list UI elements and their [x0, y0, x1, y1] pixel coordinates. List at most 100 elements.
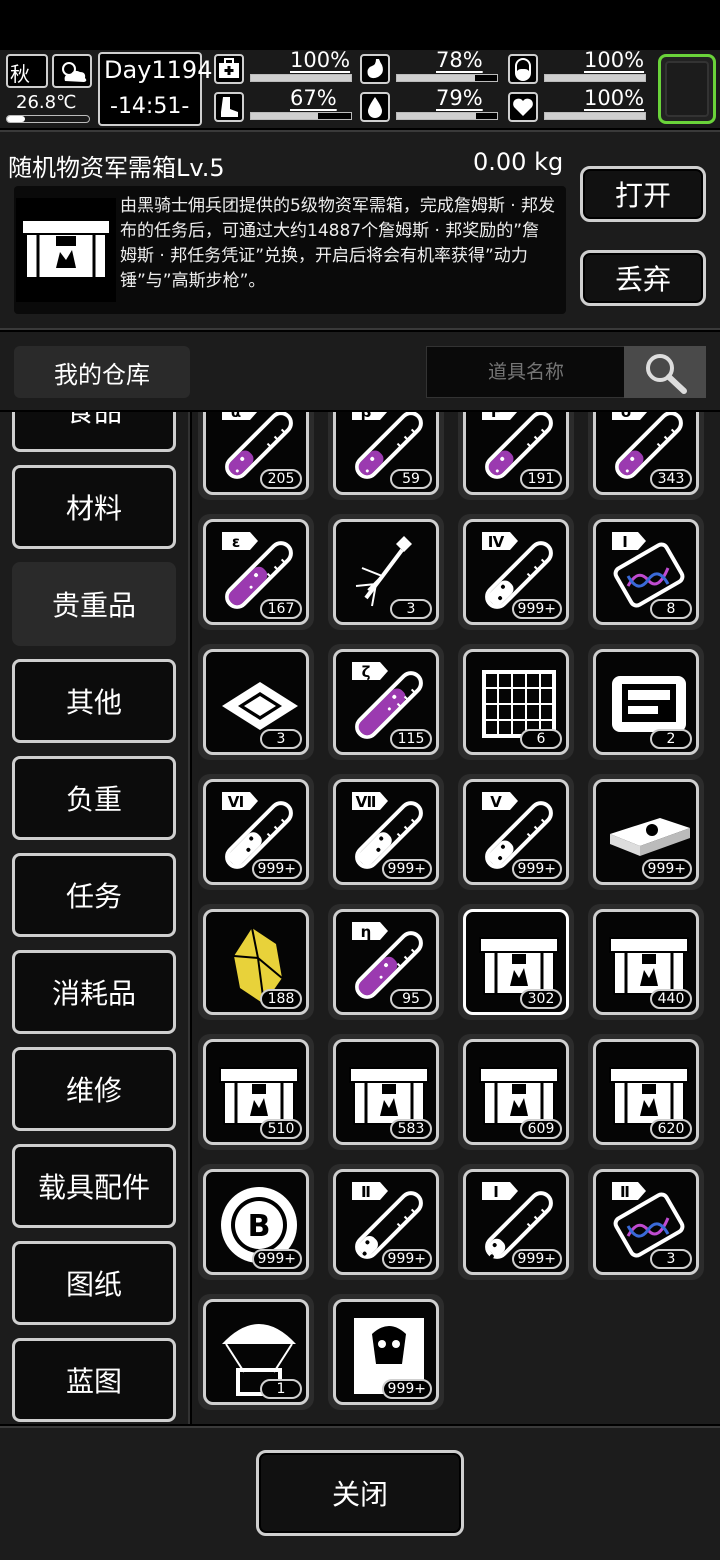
- water-drop-icon: [360, 92, 390, 122]
- item-count-badge: 59: [390, 469, 432, 489]
- slot-frame: Ⅶ 999+: [333, 779, 439, 885]
- inventory-slot[interactable]: 302: [458, 904, 574, 1020]
- inventory-slot[interactable]: Ⅶ 999+: [328, 774, 444, 890]
- search-icon: [646, 354, 687, 394]
- stat-bar: [396, 74, 498, 82]
- category-tab[interactable]: 食品: [12, 412, 176, 452]
- storage-title: 我的仓库: [14, 346, 190, 398]
- inventory-slot[interactable]: 999+: [588, 774, 704, 890]
- status-indicator-button[interactable]: [658, 54, 716, 124]
- stat-bar: [250, 74, 352, 82]
- inventory-slot[interactable]: α 205: [198, 412, 314, 500]
- inventory-slot[interactable]: 188: [198, 904, 314, 1020]
- inventory-slot[interactable]: Ⅴ 999+: [458, 774, 574, 890]
- category-tab[interactable]: 负重: [12, 756, 176, 840]
- item-count-badge: 302: [520, 989, 562, 1009]
- svg-text:B: B: [248, 1209, 271, 1244]
- inventory-slot[interactable]: 6: [458, 644, 574, 760]
- season-label: 秋: [10, 62, 30, 86]
- open-button[interactable]: 打开: [580, 166, 706, 222]
- discard-button[interactable]: 丢弃: [580, 250, 706, 306]
- category-sidebar: 食品材料贵重品其他负重任务消耗品维修载具配件图纸蓝图: [0, 412, 190, 1424]
- inventory-slot[interactable]: 583: [328, 1034, 444, 1150]
- inventory-slot[interactable]: Ⅱ 999+: [328, 1164, 444, 1280]
- slot-frame: Ⅵ 999+: [203, 779, 309, 885]
- item-count-badge: 188: [260, 989, 302, 1009]
- close-button[interactable]: 关闭: [256, 1450, 464, 1536]
- category-tab[interactable]: 任务: [12, 853, 176, 937]
- slot-frame: 302: [463, 909, 569, 1015]
- item-count-badge: 343: [650, 469, 692, 489]
- slot-frame: Ⅳ 999+: [463, 519, 569, 625]
- category-tab[interactable]: 材料: [12, 465, 176, 549]
- slot-frame: 440: [593, 909, 699, 1015]
- inventory-slot[interactable]: 3: [328, 514, 444, 630]
- category-tab[interactable]: 图纸: [12, 1241, 176, 1325]
- inventory-slot[interactable]: F 191: [458, 412, 574, 500]
- item-count-badge: 2: [650, 729, 692, 749]
- slot-frame: Ⅴ 999+: [463, 779, 569, 885]
- item-count-badge: 999+: [511, 859, 562, 879]
- inventory-slot[interactable]: B 999+: [198, 1164, 314, 1280]
- slot-frame: δ 343: [593, 412, 699, 495]
- item-count-badge: 3: [390, 599, 432, 619]
- inventory-slot[interactable]: ε 167: [198, 514, 314, 630]
- item-preview-icon: [16, 198, 116, 302]
- item-count-badge: 440: [650, 989, 692, 1009]
- stat-bar: [544, 112, 646, 120]
- heart-icon: [508, 92, 538, 122]
- inventory-slot[interactable]: 609: [458, 1034, 574, 1150]
- slot-frame: η 95: [333, 909, 439, 1015]
- inventory-slot[interactable]: Ⅱ3: [588, 1164, 704, 1280]
- svg-text:I: I: [622, 533, 628, 551]
- inventory-slot[interactable]: 2: [588, 644, 704, 760]
- inventory-slot[interactable]: 510: [198, 1034, 314, 1150]
- slot-frame: 510: [203, 1039, 309, 1145]
- weather-icon: [52, 54, 92, 88]
- category-tab[interactable]: 消耗品: [12, 950, 176, 1034]
- slot-frame: 583: [333, 1039, 439, 1145]
- day-label: Day1194: [104, 56, 213, 84]
- inventory-slot[interactable]: I8: [588, 514, 704, 630]
- slot-frame: 999+: [593, 779, 699, 885]
- svg-text:β: β: [361, 412, 372, 421]
- inventory-slot[interactable]: δ 343: [588, 412, 704, 500]
- category-tab[interactable]: 载具配件: [12, 1144, 176, 1228]
- slot-frame: 3: [333, 519, 439, 625]
- stat-value: 100%: [584, 48, 645, 72]
- inventory-slot[interactable]: Ⅵ 999+: [198, 774, 314, 890]
- item-count-badge: 999+: [381, 859, 432, 879]
- inventory-slot[interactable]: 620: [588, 1034, 704, 1150]
- slot-frame: Ⅱ3: [593, 1169, 699, 1275]
- category-tab[interactable]: 其他: [12, 659, 176, 743]
- slot-frame: B 999+: [203, 1169, 309, 1275]
- stat-value: 100%: [584, 86, 645, 110]
- item-name: 随机物资军需箱Lv.5: [8, 154, 225, 182]
- stat-bar: [396, 112, 498, 120]
- inventory-slot[interactable]: Ⅳ 999+: [458, 514, 574, 630]
- slot-frame: 188: [203, 909, 309, 1015]
- item-count-badge: 609: [520, 1119, 562, 1139]
- inventory-slot[interactable]: 999+: [328, 1294, 444, 1410]
- inventory-slot[interactable]: ζ 115: [328, 644, 444, 760]
- inventory-slot[interactable]: I 999+: [458, 1164, 574, 1280]
- inventory-slot[interactable]: 440: [588, 904, 704, 1020]
- search-input[interactable]: [426, 346, 626, 398]
- category-tab[interactable]: 贵重品: [12, 562, 176, 646]
- search-button[interactable]: [624, 346, 706, 398]
- boot-icon: [214, 92, 244, 122]
- category-tab[interactable]: 蓝图: [12, 1338, 176, 1422]
- inventory-slot[interactable]: 1: [198, 1294, 314, 1410]
- slot-frame: ε 167: [203, 519, 309, 625]
- inventory-slot[interactable]: β 59: [328, 412, 444, 500]
- category-tab[interactable]: 维修: [12, 1047, 176, 1131]
- svg-text:Ⅳ: Ⅳ: [488, 533, 505, 551]
- item-count-badge: 999+: [251, 1249, 302, 1269]
- item-count-badge: 999+: [511, 599, 562, 619]
- svg-text:I: I: [493, 1183, 499, 1201]
- inventory-slot[interactable]: 3: [198, 644, 314, 760]
- stat-value: 67%: [290, 86, 337, 110]
- time-label: -14:51-: [110, 94, 190, 119]
- item-weight: 0.00 kg: [473, 148, 564, 176]
- inventory-slot[interactable]: η 95: [328, 904, 444, 1020]
